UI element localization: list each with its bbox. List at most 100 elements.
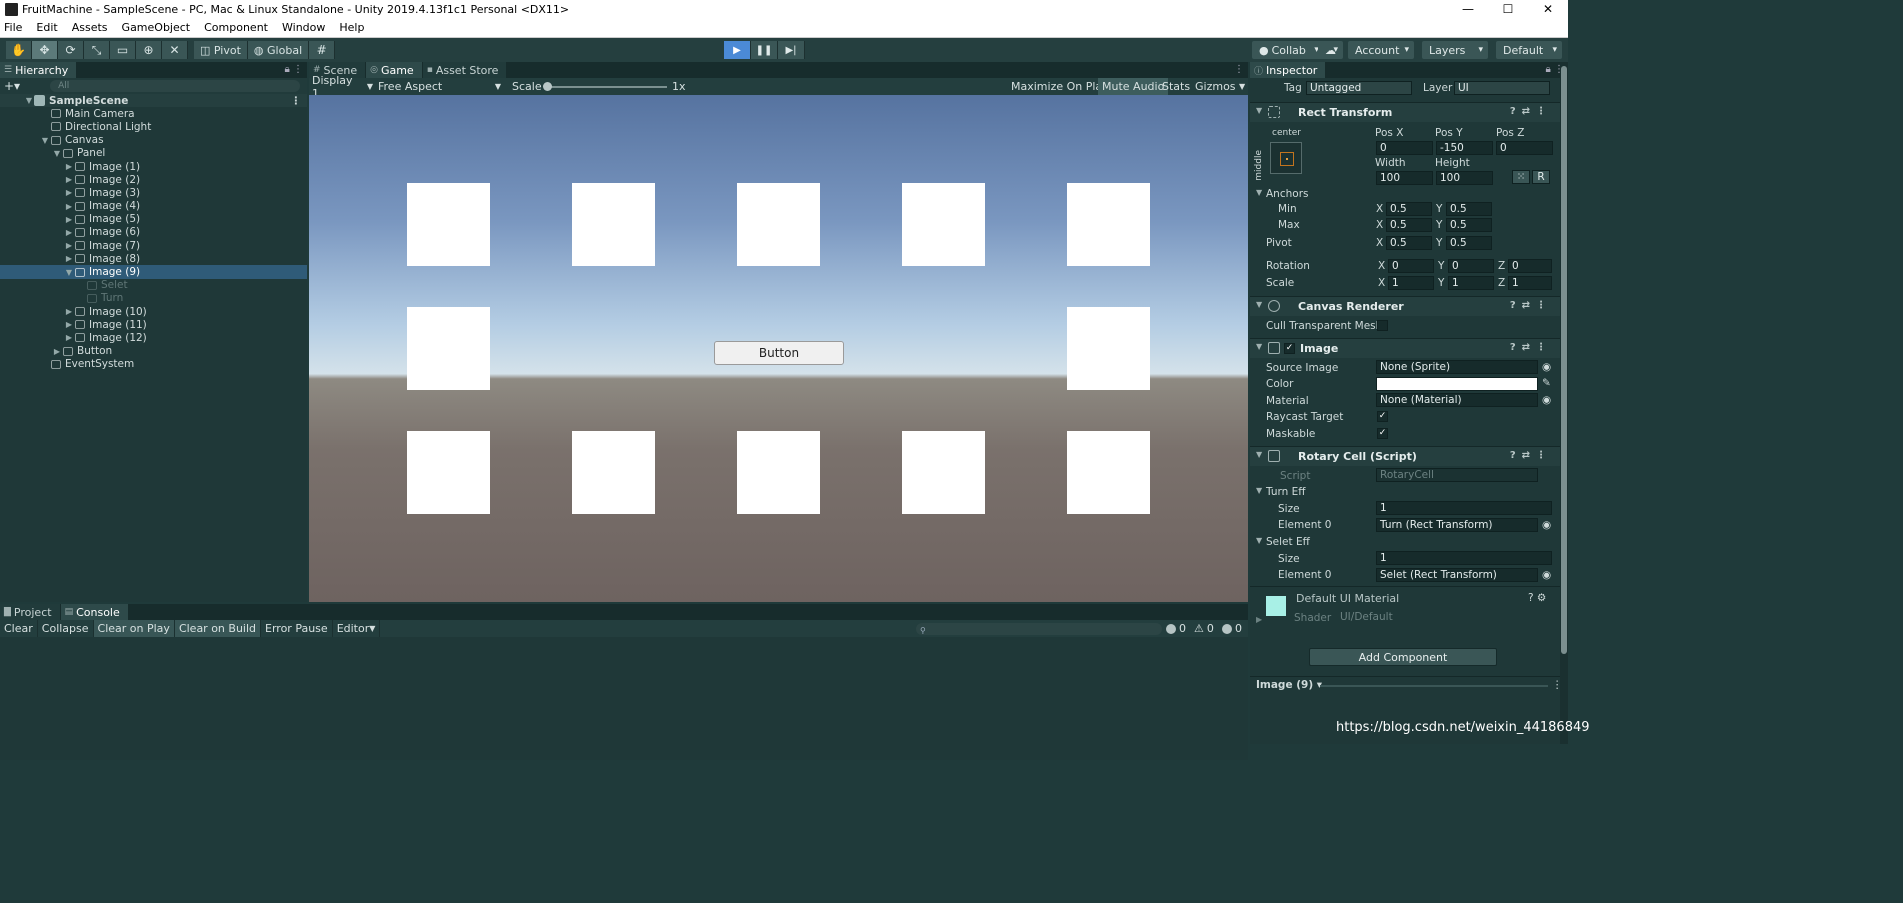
hierarchy-item[interactable]: Selet <box>0 279 307 292</box>
selet-element-field[interactable]: Selet (Rect Transform) <box>1376 568 1538 582</box>
editor-dropdown[interactable]: Editor ▼ <box>333 620 381 637</box>
play-button[interactable]: ▶ <box>724 41 751 59</box>
foldout-arrow-icon[interactable]: ▼ <box>1256 342 1262 351</box>
pivot-y-field[interactable]: 0.5 <box>1446 236 1492 250</box>
foldout-arrow-icon[interactable]: ▶ <box>64 162 74 171</box>
source-image-field[interactable]: None (Sprite) <box>1376 360 1538 374</box>
clear-button[interactable]: Clear <box>0 620 38 637</box>
rotation-x-field[interactable]: 0 <box>1388 259 1434 273</box>
slot-image-9[interactable] <box>737 431 820 514</box>
foldout-arrow-icon[interactable]: ▶ <box>52 347 62 356</box>
close-icon[interactable]: ✕ <box>1528 0 1568 18</box>
turn-eff-foldout-icon[interactable]: ▼ <box>1256 486 1262 495</box>
tab-project[interactable]: ▇ Project <box>0 604 60 620</box>
hierarchy-item[interactable]: Main Camera <box>0 107 307 120</box>
hierarchy-item[interactable]: ▶ Image (11) <box>0 318 307 331</box>
component-menu-icons[interactable]: ?⇄⋮ <box>1510 450 1552 461</box>
slot-image-4[interactable] <box>902 183 985 266</box>
slot-image-12[interactable] <box>407 307 490 390</box>
hierarchy-item[interactable]: ▶ Image (10) <box>0 305 307 318</box>
tab-console[interactable]: ▤ Console <box>60 604 128 620</box>
hierarchy-item[interactable]: ▼ Panel <box>0 147 307 160</box>
collab-dropdown[interactable]: ● Collab <box>1252 41 1324 59</box>
canvas-renderer-header[interactable]: ▼ Canvas Renderer ?⇄⋮ <box>1250 296 1560 316</box>
shader-dropdown[interactable]: UI/Default <box>1336 610 1552 624</box>
clear-on-play-toggle[interactable]: Clear on Play <box>93 620 175 637</box>
layout-dropdown[interactable]: Default <box>1496 41 1562 59</box>
error-pause-toggle[interactable]: Error Pause <box>261 620 333 637</box>
tab-game[interactable]: ◎ Game <box>366 62 422 78</box>
object-picker-icon[interactable]: ◉ <box>1542 569 1551 581</box>
hierarchy-item[interactable]: Directional Light <box>0 120 307 133</box>
foldout-arrow-icon[interactable]: ▼ <box>1256 106 1262 115</box>
log-count-toggle[interactable]: 0 <box>1166 620 1186 637</box>
scale-tool-icon[interactable]: ⤡ <box>84 41 110 59</box>
scale-z-field[interactable]: 1 <box>1508 276 1552 290</box>
game-start-button[interactable]: Button <box>714 341 844 365</box>
foldout-arrow-icon[interactable]: ▶ <box>64 241 74 250</box>
anchors-foldout-icon[interactable]: ▼ <box>1256 188 1262 197</box>
blueprint-mode-icon[interactable]: ⁙ <box>1512 170 1530 184</box>
menu-edit[interactable]: Edit <box>36 21 64 34</box>
menu-window[interactable]: Window <box>282 21 332 34</box>
scale-slider-handle[interactable] <box>543 82 552 91</box>
turn-size-field[interactable]: 1 <box>1376 501 1552 515</box>
raycast-target-checkbox[interactable]: ✓ <box>1377 411 1388 422</box>
image-enabled-checkbox[interactable]: ✓ <box>1284 343 1295 354</box>
rect-tool-icon[interactable]: ▭ <box>110 41 136 59</box>
hierarchy-item[interactable]: ▶ Button <box>0 345 307 358</box>
hierarchy-item[interactable]: ▶ Image (6) <box>0 226 307 239</box>
hierarchy-item[interactable]: ▶ Image (7) <box>0 239 307 252</box>
tab-inspector[interactable]: ⓘ Inspector <box>1250 62 1326 78</box>
hierarchy-item[interactable]: ▶ Image (5) <box>0 213 307 226</box>
grid-snap-icon[interactable]: # <box>309 41 336 59</box>
slot-image-2[interactable] <box>572 183 655 266</box>
hierarchy-item[interactable]: ▶ Image (8) <box>0 252 307 265</box>
foldout-arrow-icon[interactable]: ▶ <box>64 202 74 211</box>
hierarchy-item[interactable]: ▼ Canvas <box>0 134 307 147</box>
custom-tool-icon[interactable]: ✕ <box>162 41 188 59</box>
clear-on-build-toggle[interactable]: Clear on Build <box>174 620 262 637</box>
preview-object-dropdown[interactable]: Image (9) ▾ <box>1256 679 1322 691</box>
foldout-arrow-icon[interactable]: ▶ <box>64 320 74 329</box>
hierarchy-item[interactable]: Turn <box>0 292 307 305</box>
tag-dropdown[interactable]: Untagged <box>1306 81 1412 95</box>
transform-tool-icon[interactable]: ⊕ <box>136 41 162 59</box>
minimize-icon[interactable]: — <box>1448 0 1488 18</box>
color-swatch[interactable] <box>1376 377 1538 391</box>
tab-hierarchy[interactable]: ☰ Hierarchy <box>0 62 77 78</box>
hierarchy-item[interactable]: EventSystem <box>0 358 307 371</box>
rotate-tool-icon[interactable]: ⟳ <box>58 41 84 59</box>
component-menu-icons[interactable]: ?⇄⋮ <box>1510 106 1552 117</box>
hierarchy-item[interactable]: ▶ Image (3) <box>0 186 307 199</box>
anchor-min-x-field[interactable]: 0.5 <box>1386 202 1432 216</box>
move-tool-icon[interactable]: ✥ <box>32 41 58 59</box>
slot-image-7[interactable] <box>1067 431 1150 514</box>
preview-resize-handle[interactable] <box>1320 685 1548 687</box>
anchor-min-y-field[interactable]: 0.5 <box>1446 202 1492 216</box>
rotary-cell-header[interactable]: ▼ Rotary Cell (Script) ?⇄⋮ <box>1250 446 1560 466</box>
foldout-arrow-icon[interactable]: ▼ <box>1256 450 1262 459</box>
rotation-z-field[interactable]: 0 <box>1508 259 1552 273</box>
foldout-arrow-icon[interactable]: ▶ <box>64 254 74 263</box>
game-render-canvas[interactable]: Button <box>309 95 1248 602</box>
hierarchy-scene-root[interactable]: ▼ SampleScene ⋮ <box>0 94 307 108</box>
slot-image-1[interactable] <box>407 183 490 266</box>
menu-help[interactable]: Help <box>339 21 371 34</box>
foldout-arrow-icon[interactable]: ▼ <box>40 136 50 145</box>
height-field[interactable]: 100 <box>1436 171 1493 185</box>
pivot-toggle[interactable]: ◫ Pivot <box>194 41 248 59</box>
hierarchy-item[interactable]: ▶ Image (12) <box>0 331 307 344</box>
hierarchy-item[interactable]: ▶ Image (2) <box>0 173 307 186</box>
add-component-button[interactable]: Add Component <box>1309 648 1497 666</box>
layers-dropdown[interactable]: Layers <box>1422 41 1488 59</box>
hand-tool-icon[interactable]: ✋ <box>6 41 32 59</box>
anchor-max-y-field[interactable]: 0.5 <box>1446 218 1492 232</box>
aspect-dropdown[interactable]: Free Aspect ▼ <box>375 78 505 95</box>
image-component-header[interactable]: ▼ ✓ Image ?⇄⋮ <box>1250 338 1560 358</box>
hierarchy-search-input[interactable]: All <box>50 80 301 92</box>
global-toggle[interactable]: ◍ Global <box>247 41 310 59</box>
slot-image-10[interactable] <box>572 431 655 514</box>
pivot-x-field[interactable]: 0.5 <box>1386 236 1432 250</box>
slot-image-3[interactable] <box>737 183 820 266</box>
